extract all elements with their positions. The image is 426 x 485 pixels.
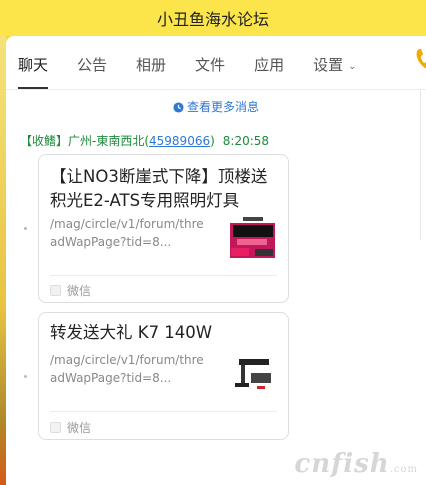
sender-suffix: ): [210, 134, 215, 148]
wechat-icon: [50, 422, 61, 433]
message-bullet: [24, 375, 27, 378]
card-source-label: 微信: [67, 284, 92, 298]
tab-files[interactable]: 文件: [195, 54, 225, 89]
tab-chat[interactable]: 聊天: [18, 54, 49, 89]
view-more-messages-link[interactable]: 查看更多消息: [6, 98, 426, 115]
lamp-thumbnail-image: [229, 349, 276, 396]
wechat-icon: [50, 285, 61, 296]
shared-link-card[interactable]: 【让NO3断崖式下降】顶楼送积光E2-ATS专用照明灯具 /mag/circle…: [38, 154, 289, 303]
clock-icon: [173, 102, 184, 113]
window-title-bar: 小丑鱼海水论坛: [0, 0, 426, 36]
phone-icon[interactable]: [416, 48, 426, 70]
shared-link-card[interactable]: 转发送大礼 K7 140W /mag/circle/v1/forum/threa…: [38, 312, 289, 440]
tab-announcements[interactable]: 公告: [77, 54, 107, 89]
card-divider: [50, 411, 277, 412]
card-title: 【让NO3断崖式下降】顶楼送积光E2-ATS专用照明灯具: [50, 167, 268, 210]
tab-apps[interactable]: 应用: [254, 54, 284, 89]
card-source-label: 微信: [67, 421, 92, 435]
sender-line: 【收鳍】广州-東南西北(45989066) 8:20:58: [20, 132, 269, 149]
tab-settings[interactable]: 设置 ⌄: [313, 54, 356, 89]
chat-window: 聊天 公告 相册 文件 应用 设置 ⌄ 查看更多消息 【收鳍】广州-東南西北(4…: [6, 36, 426, 485]
card-title: 转发送大礼 K7 140W: [50, 323, 213, 342]
card-url: /mag/circle/v1/forum/threadWapPage?tid=8…: [50, 217, 204, 249]
card-source: 微信: [50, 282, 91, 299]
window-title: 小丑鱼海水论坛: [156, 10, 269, 29]
card-source: 微信: [50, 419, 91, 436]
message-bullet: [24, 227, 27, 230]
tab-bar: 聊天 公告 相册 文件 应用 设置 ⌄: [6, 36, 426, 90]
product-thumbnail-image: [229, 215, 276, 262]
sender-qq-link[interactable]: 45989066: [149, 134, 210, 148]
tab-album[interactable]: 相册: [136, 54, 166, 89]
card-url: /mag/circle/v1/forum/threadWapPage?tid=8…: [50, 353, 204, 385]
message-time: 8:20:58: [222, 134, 270, 148]
site-watermark: cnfish.com: [294, 449, 418, 479]
sender-name: 【收鳍】广州-東南西北(: [20, 134, 150, 148]
card-divider: [50, 275, 277, 276]
chevron-down-icon: ⌄: [348, 61, 357, 72]
